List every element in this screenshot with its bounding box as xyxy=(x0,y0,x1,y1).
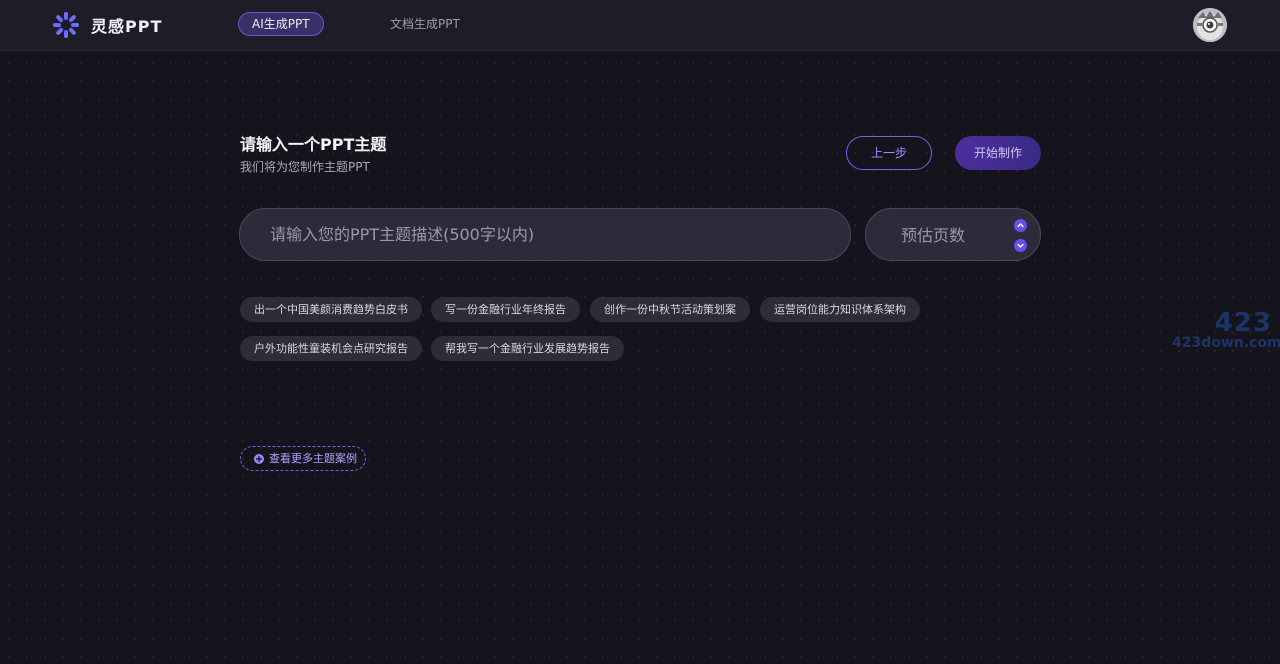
page-subtitle: 我们将为您制作主题PPT xyxy=(240,160,370,174)
top-navigation-bar: 灵感PPT AI生成PPT 文档生成PPT xyxy=(0,0,1280,51)
suggestion-chip[interactable]: 运营岗位能力知识体系架构 xyxy=(760,297,920,322)
tab-ai-generate-ppt[interactable]: AI生成PPT xyxy=(238,12,324,36)
pages-decrement-button[interactable] xyxy=(1014,239,1027,252)
page-title: 请输入一个PPT主题 xyxy=(240,135,387,154)
brand-logo[interactable]: 灵感PPT xyxy=(52,10,162,40)
tab-document-generate-ppt[interactable]: 文档生成PPT xyxy=(377,12,473,36)
suggestion-chip[interactable]: 创作一份中秋节活动策划案 xyxy=(590,297,750,322)
watermark-site-text: 423down.com xyxy=(1172,335,1280,351)
chevron-up-icon xyxy=(1017,223,1024,228)
avatar[interactable] xyxy=(1193,8,1227,42)
sparkle-burst-icon xyxy=(53,12,79,38)
brand-name: 灵感PPT xyxy=(91,17,163,36)
suggestion-chip[interactable]: 户外功能性童装机会点研究报告 xyxy=(240,336,422,361)
estimated-pages-placeholder: 预估页数 xyxy=(901,226,966,245)
page: 灵感PPT AI生成PPT 文档生成PPT 请输入一个PPT主题 我们将为您制作… xyxy=(0,0,1280,664)
estimated-pages-stepper[interactable]: 预估页数 xyxy=(865,208,1041,261)
suggestion-chip[interactable]: 写一份金融行业年终报告 xyxy=(431,297,580,322)
plus-circle-icon xyxy=(254,454,264,464)
topic-description-input[interactable] xyxy=(239,208,851,261)
view-more-cases-button[interactable]: 查看更多主题案例 xyxy=(240,446,366,471)
chevron-down-icon xyxy=(1017,243,1024,248)
view-more-cases-label: 查看更多主题案例 xyxy=(269,452,357,465)
watermark-large-text: 423 xyxy=(1214,308,1272,338)
suggestion-chip[interactable]: 出一个中国美颜消费趋势白皮书 xyxy=(240,297,422,322)
start-creating-button[interactable]: 开始制作 xyxy=(955,136,1041,170)
watermark: 423 423down.com xyxy=(1172,308,1280,351)
user-avatar-icon xyxy=(1193,8,1227,42)
suggestion-chip[interactable]: 帮我写一个金融行业发展趋势报告 xyxy=(431,336,624,361)
pages-increment-button[interactable] xyxy=(1014,219,1027,232)
previous-step-button[interactable]: 上一步 xyxy=(846,136,932,170)
